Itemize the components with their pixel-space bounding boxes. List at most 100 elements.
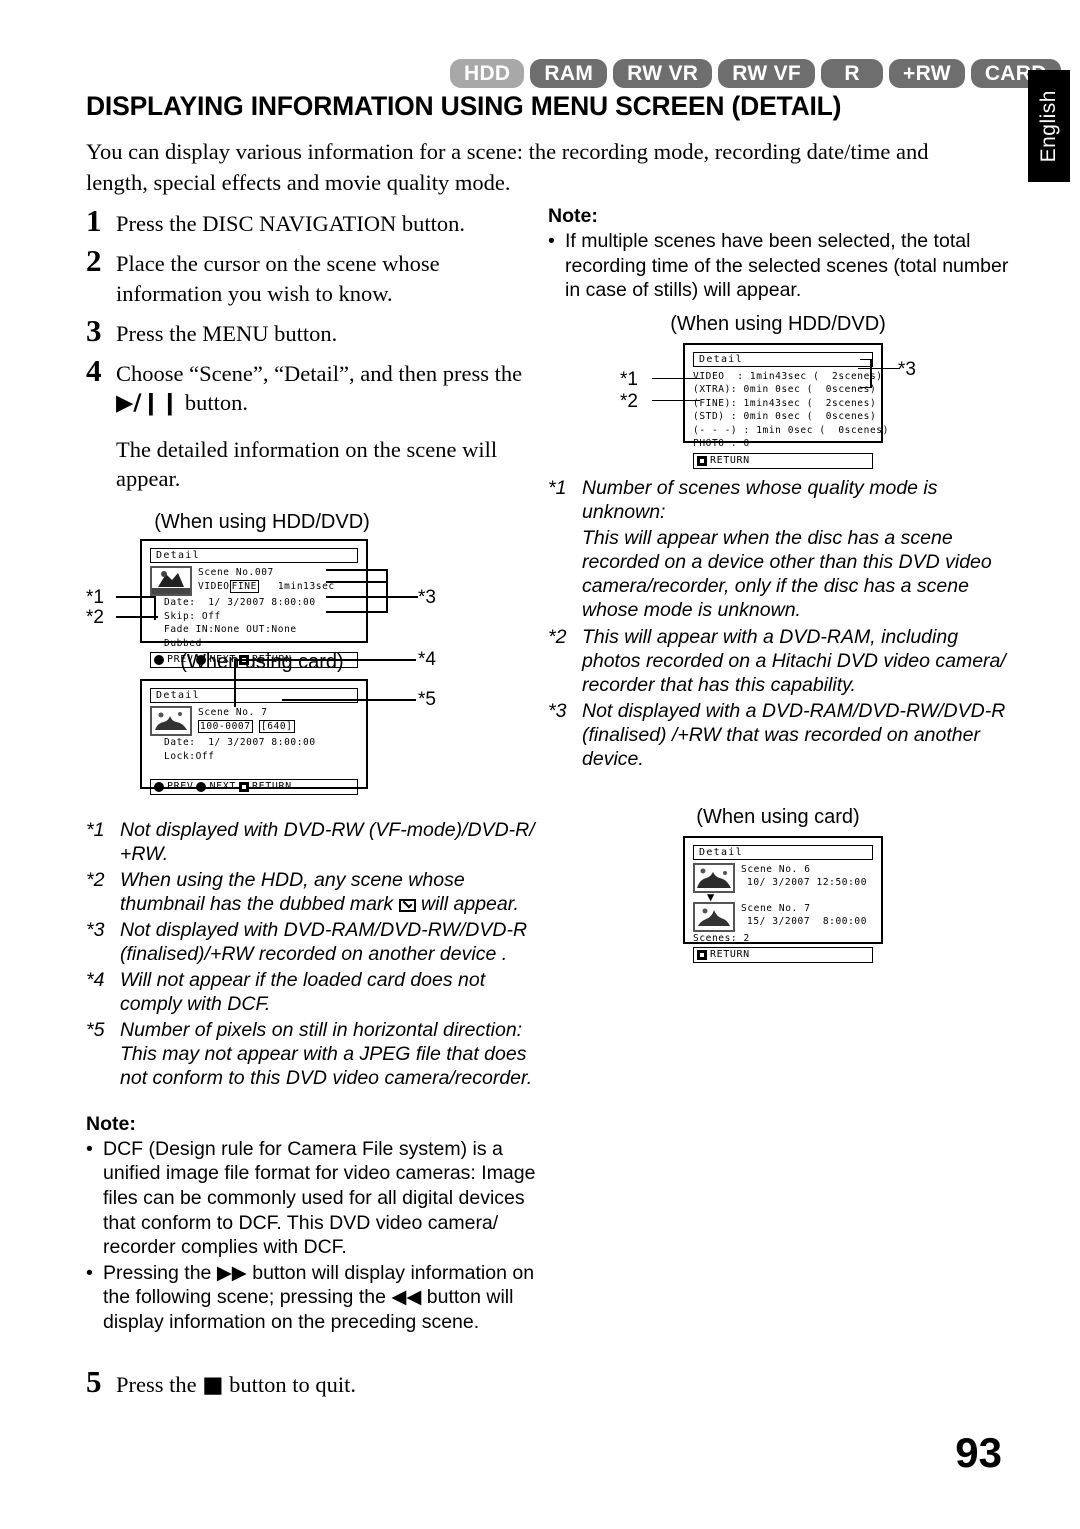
right-footnote-1: *1 Number of scenes whose quality mode i… xyxy=(548,477,1018,525)
fast-forward-icon: ▶▶ xyxy=(216,1260,247,1284)
badge-hdd: HDD xyxy=(450,59,525,88)
leader-line-4a xyxy=(234,659,416,661)
lcd-card-detail: Detail Scene No. 7 100-0007 [640] Date: … xyxy=(140,679,368,795)
left-note-item-1: • DCF (Design rule for Camera File syste… xyxy=(86,1137,536,1260)
lcd-card-next-label: NEXT xyxy=(209,780,236,792)
language-tab-label: English xyxy=(1037,89,1060,163)
badge-ram: RAM xyxy=(530,59,608,88)
footnote-3: *3 Not displayed with DVD-RAM/DVD-RW/DVD… xyxy=(86,919,536,967)
badge-rw-vr: RW VR xyxy=(613,59,713,88)
step-2-text: Place the cursor on the scene whose info… xyxy=(116,251,440,306)
prev-button-icon[interactable] xyxy=(154,781,164,792)
step-3: 3 Press the MENU button. xyxy=(86,315,536,348)
lcd-card-prev-label: PREV xyxy=(167,780,194,792)
step-5: 5 Press the ■ button to quit. xyxy=(86,1366,536,1400)
lcd-hdd-video-mode: FINE xyxy=(229,579,259,593)
footnote-3-text: Not displayed with DVD-RAM/DVD-RW/DVD-R … xyxy=(120,918,528,965)
language-tab: English xyxy=(1028,70,1070,182)
right-footnote-2-text: This will appear with a DVD-RAM, includi… xyxy=(582,625,1006,696)
footnote-5: *5 Number of pixels on still in horizont… xyxy=(86,1019,536,1091)
lcd-total-fine: (FINE): 1min43sec ( 2scenes) xyxy=(693,397,877,409)
lcd-card-total-scene2-date: 15/ 3/2007 8:00:00 xyxy=(747,916,868,927)
footnote-1-mark: *1 xyxy=(86,819,105,841)
leader-line-r3c xyxy=(860,358,872,361)
stop-icon: ■ xyxy=(202,1372,224,1399)
footnote-2: *2 When using the HDD, any scene whose t… xyxy=(86,869,536,917)
step-1-text: Press the DISC NAVIGATION button. xyxy=(116,211,465,236)
still-thumbnail-art xyxy=(155,712,187,730)
lcd-hdd-dubbed: Dubbed xyxy=(164,637,202,649)
lcd-hdd-fade: Fade IN:None OUT:None xyxy=(164,624,297,635)
callout-right-3: *3 xyxy=(898,358,916,380)
step-5-text: Press the ■ button to quit. xyxy=(116,1366,356,1400)
footnote-1: *1 Not displayed with DVD-RW (VF-mode)/D… xyxy=(86,819,536,867)
lcd-hdd-video-label: VIDEO xyxy=(198,580,230,592)
right-note-block: Note: • If multiple scenes have been sel… xyxy=(548,205,1018,303)
right-footnote-list: *1 Number of scenes whose quality mode i… xyxy=(548,477,1018,772)
lcd-total-return-label: RETURN xyxy=(710,454,750,466)
bullet-icon: • xyxy=(548,230,555,252)
lcd-card-return-label: RETURN xyxy=(251,780,292,792)
leader-line-3e xyxy=(326,611,388,613)
lcd-card-total-title: Detail xyxy=(693,844,873,860)
lcd-total-bottom-bar: RETURN xyxy=(693,452,873,469)
left-footnote-list: *1 Not displayed with DVD-RW (VF-mode)/D… xyxy=(86,819,536,1091)
right-footnote-2: *2 This will appear with a DVD-RAM, incl… xyxy=(548,626,1018,698)
step-4-number: 4 xyxy=(86,353,102,388)
leader-line-3a xyxy=(326,596,418,598)
step-4-text: Choose “Scene”, “Detail”, and then press… xyxy=(116,355,536,419)
lcd-card-file-line: 100-0007 [640] xyxy=(198,719,358,734)
footnote-2-text-b: will appear. xyxy=(415,892,519,915)
footnote-2-mark: *2 xyxy=(86,868,105,891)
next-button-icon[interactable] xyxy=(196,781,207,792)
callout-left-card-4: *4 xyxy=(418,649,436,670)
down-arrow-icon: ▼ xyxy=(707,889,715,904)
step-5-text-before: Press the xyxy=(116,1372,203,1398)
media-badge-row: HDD RAM RW VR RW VF R +RW CARD xyxy=(450,59,1061,88)
leader-line-r2 xyxy=(652,399,700,402)
step-1: 1 Press the DISC NAVIGATION button. xyxy=(86,205,536,238)
left-note-block: Note: • DCF (Design rule for Camera File… xyxy=(86,1113,536,1335)
leader-line-4b xyxy=(234,659,236,707)
lcd-card-total: Detail Scene No. 6 10/ 3/2007 12:50:00 ▼ xyxy=(683,835,883,963)
footnote-4-mark: *4 xyxy=(86,968,105,991)
lcd-card-detail-title: Detail xyxy=(150,688,358,703)
left-screens-figure: (When using HDD/DVD) Detail Scene No.007… xyxy=(86,511,536,811)
still-thumbnail-art-2 xyxy=(697,868,731,888)
lcd-card-pixels: [640] xyxy=(258,719,295,733)
leader-line-r3b xyxy=(870,358,872,387)
lcd-hdd-total-title: Detail xyxy=(693,351,873,367)
rewind-icon: ◀◀ xyxy=(391,1285,422,1309)
step-4-text-before: Choose “Scene”, “Detail”, and then press… xyxy=(116,361,523,386)
step-2-number: 2 xyxy=(86,243,102,279)
left-note-item-2-text-a: Pressing the xyxy=(103,1261,217,1284)
step-4-text-after: button. xyxy=(179,390,248,416)
step-4-result: The detailed information on the scene wi… xyxy=(116,436,498,491)
right-footnote-3-mark: *3 xyxy=(548,699,567,722)
return-button-icon[interactable] xyxy=(697,455,707,466)
lcd-hdd-date: Date: 1/ 3/2007 8:00:00 xyxy=(164,597,316,608)
callout-right-1: *1 xyxy=(620,368,638,390)
lcd-card-date: Date: 1/ 3/2007 8:00:00 xyxy=(164,737,316,748)
leader-line-3c xyxy=(326,569,388,571)
callout-left-hdd-2: *2 xyxy=(86,607,104,628)
return-button-icon[interactable] xyxy=(697,950,707,960)
footnote-5-mark: *5 xyxy=(86,1018,105,1041)
leader-line-r3a xyxy=(858,367,900,370)
right-card-caption: (When using card) xyxy=(696,805,860,828)
right-footnote-3: *3 Not displayed with a DVD-RAM/DVD-RW/D… xyxy=(548,700,1018,772)
lcd-card-spacer xyxy=(150,763,358,777)
right-footnote-1-text: Number of scenes whose quality mode is u… xyxy=(582,476,938,523)
return-button-icon[interactable] xyxy=(238,781,249,792)
right-hdd-caption: (When using HDD/DVD) xyxy=(670,312,886,335)
lcd-total-unknown: (- - -) : 1min 0sec ( 0scenes) xyxy=(693,424,889,436)
step-4: 4 Choose “Scene”, “Detail”, and then pre… xyxy=(86,355,536,419)
leader-line-5a xyxy=(282,699,416,701)
leader-line-3d xyxy=(326,581,388,583)
left-card-caption: (When using card) xyxy=(180,651,344,673)
callout-right-2: *2 xyxy=(620,390,638,412)
right-note-item-1-text: If multiple scenes have been selected, t… xyxy=(565,230,1009,302)
left-note-item-2-text: Pressing the ▶▶ button will display info… xyxy=(103,1261,536,1335)
lcd-card-total-scenes-count: Scenes: 2 xyxy=(693,932,750,944)
left-note-item-2: • Pressing the ▶▶ button will display in… xyxy=(86,1261,536,1335)
